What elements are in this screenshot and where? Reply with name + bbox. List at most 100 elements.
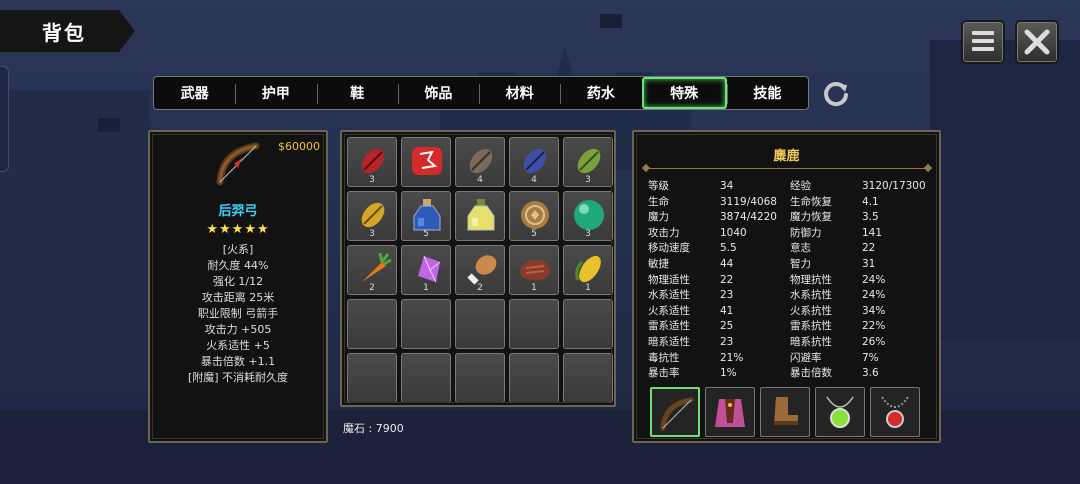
tab-accessories[interactable]: 饰品 — [397, 77, 479, 109]
equipment-bar — [650, 387, 920, 437]
side-drawer-handle[interactable] — [0, 66, 9, 172]
bow-icon — [660, 397, 694, 431]
item-rating-stars: ★★★★★ — [206, 222, 270, 237]
item-count: 4 — [531, 175, 537, 185]
equipment-slot[interactable] — [650, 387, 700, 437]
stat-value: 141 — [862, 226, 883, 239]
inventory-slot[interactable]: 1 — [401, 245, 451, 295]
red-rune-stone-icon — [412, 147, 442, 175]
inventory-slot-empty[interactable] — [563, 299, 613, 349]
item-name: 后羿弓 — [218, 204, 258, 219]
menu-button[interactable] — [961, 20, 1005, 64]
stat-row: 暴击率 1% 暴击倍数 3.6 — [648, 366, 933, 382]
inventory-slot-empty[interactable] — [401, 299, 451, 349]
inventory-slot[interactable]: 1 — [563, 245, 613, 295]
inventory-slot-empty[interactable] — [455, 353, 505, 403]
red-amulet-icon — [881, 396, 909, 428]
item-property: 攻击力 +505 — [204, 323, 272, 336]
tab-special[interactable]: 特殊 — [641, 77, 727, 109]
stat-value: 3120/17300 — [862, 180, 926, 192]
stat-label: 雷系抗性 — [790, 320, 832, 333]
inventory-slot-empty[interactable] — [347, 299, 397, 349]
stat-row: 等级 34 经验 3120/17300 — [648, 179, 933, 195]
inventory-slot-empty[interactable] — [563, 353, 613, 403]
stat-row: 物理适性 22 物理抗性 24% — [648, 273, 933, 289]
tab-shoes[interactable]: 鞋 — [316, 77, 398, 109]
stat-label: 经验 — [790, 180, 811, 192]
divider — [646, 168, 928, 169]
boots-icon — [774, 397, 798, 425]
item-count: 1 — [423, 283, 429, 293]
stat-row: 暗系适性 23 暗系抗性 26% — [648, 335, 933, 351]
background-flag — [98, 118, 120, 132]
item-count: 1 — [531, 283, 537, 293]
green-amulet-icon — [826, 396, 854, 428]
close-button[interactable] — [1015, 20, 1059, 64]
inventory-slot[interactable]: 5 — [401, 191, 451, 241]
item-detail-panel: $60000 后羿弓 ★★★★★ [火系] 耐久度 44% 强化 1/12 攻击… — [148, 130, 328, 443]
stat-label: 意志 — [790, 242, 811, 255]
item-count: 3 — [369, 229, 375, 239]
equipment-slot[interactable] — [870, 387, 920, 437]
stat-value: 31 — [862, 257, 876, 270]
menu-icon — [972, 31, 994, 35]
stat-row: 生命 3119/4068 生命恢复 4.1 — [648, 195, 933, 211]
equipment-slot[interactable] — [705, 387, 755, 437]
stat-label: 水系抗性 — [790, 289, 832, 302]
inventory-slot-empty[interactable] — [509, 299, 559, 349]
inventory-slot[interactable]: 3 — [347, 191, 397, 241]
item-count: 3 — [369, 175, 375, 185]
page-title: 背包 — [42, 21, 86, 45]
equipment-slot[interactable] — [815, 387, 865, 437]
stat-label: 生命恢复 — [790, 195, 832, 208]
item-property: 火系适性 +5 — [206, 339, 270, 352]
character-name: 麋鹿 — [773, 149, 800, 164]
inventory-slot-empty[interactable] — [347, 353, 397, 403]
refresh-icon[interactable] — [820, 78, 852, 110]
item-count: 3 — [585, 175, 591, 185]
inventory-slot-empty[interactable] — [455, 299, 505, 349]
inventory-slot[interactable]: 3 — [563, 137, 613, 187]
stat-label: 暴击率 — [648, 367, 680, 380]
tab-skills[interactable]: 技能 — [726, 77, 808, 109]
inventory-slot[interactable]: 3 — [347, 137, 397, 187]
cloak-armor-icon — [715, 399, 745, 427]
stat-row: 水系适性 23 水系抗性 24% — [648, 288, 933, 304]
close-icon — [1024, 29, 1050, 55]
inventory-slot-empty[interactable] — [401, 353, 451, 403]
menu-icon — [972, 47, 994, 51]
stat-row: 毒抗性 21% 闪避率 7% — [648, 351, 933, 367]
item-property: [火系] — [222, 243, 254, 256]
item-count: 1 — [585, 283, 591, 293]
stat-value: 5.5 — [720, 242, 737, 255]
tab-materials[interactable]: 材料 — [479, 77, 560, 109]
stat-value: 3.5 — [862, 211, 879, 224]
item-property: 暴击倍数 +1.1 — [200, 355, 276, 368]
inventory-slot[interactable]: 2 — [347, 245, 397, 295]
inventory-slot[interactable]: 4 — [509, 137, 559, 187]
item-properties: [火系] 耐久度 44% 强化 1/12 攻击距离 25米 职业限制 弓箭手 攻… — [150, 242, 326, 386]
stat-value: 23 — [720, 335, 734, 348]
inventory-slot[interactable]: 2 — [455, 245, 505, 295]
inventory-slot[interactable]: 1 — [509, 245, 559, 295]
inventory-slot[interactable]: 4 — [455, 137, 505, 187]
item-price: $60000 — [278, 140, 320, 153]
stat-value: 1040 — [720, 226, 747, 239]
inventory-slot[interactable] — [401, 137, 451, 187]
bow-icon — [216, 142, 260, 186]
equipment-slot[interactable] — [760, 387, 810, 437]
stat-label: 攻击力 — [648, 226, 680, 239]
stat-value: 22% — [862, 320, 886, 333]
stat-row: 魔力 3874/4220 魔力恢复 3.5 — [648, 210, 933, 226]
stat-value: 1% — [720, 367, 737, 380]
inventory-slot-empty[interactable] — [509, 353, 559, 403]
inventory-slot[interactable]: 3 — [563, 191, 613, 241]
stat-value: 22 — [720, 273, 734, 286]
tab-potions[interactable]: 药水 — [560, 77, 641, 109]
inventory-slot[interactable]: 5 — [509, 191, 559, 241]
tab-weapons[interactable]: 武器 — [154, 77, 235, 109]
stat-value: 23 — [720, 289, 734, 302]
tab-armor[interactable]: 护甲 — [235, 77, 316, 109]
stat-label: 移动速度 — [648, 242, 690, 255]
inventory-slot[interactable] — [455, 191, 505, 241]
